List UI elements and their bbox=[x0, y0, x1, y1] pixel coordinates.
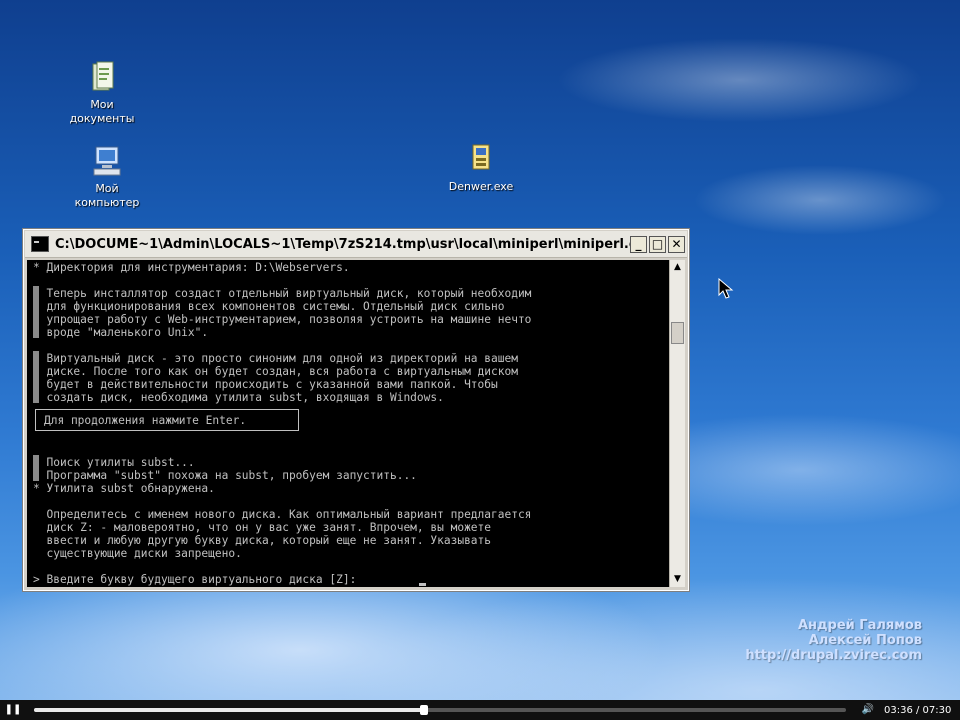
scroll-down-icon[interactable]: ▼ bbox=[670, 572, 685, 587]
maximize-button[interactable]: □ bbox=[649, 235, 666, 253]
console-line: Поиск утилиты subst... bbox=[33, 456, 195, 469]
pause-icon[interactable]: ❚❚ bbox=[4, 701, 22, 719]
console-line: диск Z: - маловероятно, что он у вас уже… bbox=[33, 521, 492, 534]
author-watermark: Андрей Галямов Алексей Попов http://drup… bbox=[745, 618, 922, 663]
desktop-icon-label: Denwer.exe bbox=[448, 180, 514, 193]
volume-icon[interactable]: 🔊 bbox=[856, 703, 880, 717]
console-line: * Директория для инструментария: D:\Webs… bbox=[33, 261, 350, 274]
scroll-up-icon[interactable]: ▲ bbox=[670, 260, 685, 275]
console-line: * Утилита subst обнаружена. bbox=[33, 482, 215, 495]
desktop-icon-label: Мои bbox=[90, 98, 114, 111]
vertical-scrollbar[interactable]: ▲ ▼ bbox=[669, 260, 685, 587]
video-player-controls: ❚❚ 🔊 03:36 / 07:30 bbox=[0, 700, 960, 720]
console-line: создать диск, необходима утилита subst, … bbox=[33, 391, 444, 404]
watermark-line: http://drupal.zvirec.com bbox=[745, 648, 922, 663]
console-line: вроде "маленького Unix". bbox=[33, 326, 209, 339]
seek-progress bbox=[34, 708, 424, 712]
window-title: C:\DOCUME~1\Admin\LOCALS~1\Temp\7zS214.t… bbox=[55, 236, 630, 252]
desktop-icon-my-computer[interactable]: Мой компьютер bbox=[62, 144, 152, 210]
console-line: Виртуальный диск - это просто синоним дл… bbox=[33, 352, 518, 365]
seek-handle[interactable] bbox=[419, 705, 428, 715]
console-input-prompt[interactable]: > Введите букву будущего виртуального ди… bbox=[33, 573, 356, 586]
window-titlebar[interactable]: C:\DOCUME~1\Admin\LOCALS~1\Temp\7zS214.t… bbox=[25, 231, 687, 258]
console-line: существующие диски запрещено. bbox=[33, 547, 242, 560]
installer-package-icon bbox=[464, 142, 498, 176]
minimize-button[interactable]: _ bbox=[630, 235, 647, 253]
console-line: Определитесь с именем нового диска. Как … bbox=[33, 508, 532, 521]
console-line: диске. После того как он будет создан, в… bbox=[33, 365, 518, 378]
mouse-pointer-icon bbox=[718, 277, 734, 300]
enter-prompt-box: Для продолжения нажмите Enter. bbox=[35, 409, 299, 431]
desktop-icon-label: документы bbox=[69, 112, 135, 125]
watermark-line: Алексей Попов bbox=[808, 633, 922, 648]
seek-bar[interactable] bbox=[34, 705, 846, 715]
desktop-icon-my-documents[interactable]: Мои документы bbox=[57, 60, 147, 126]
console-output[interactable]: * Директория для инструментария: D:\Webs… bbox=[27, 260, 669, 587]
desktop-icon-denwer[interactable]: Denwer.exe bbox=[436, 142, 526, 194]
console-line: будет в действительности происходить с у… bbox=[33, 378, 498, 391]
console-line: ввести и любую другую букву диска, котор… bbox=[33, 534, 492, 547]
scrollbar-thumb[interactable] bbox=[671, 322, 684, 344]
computer-icon bbox=[90, 144, 124, 178]
watermark-line: Андрей Галямов bbox=[797, 618, 922, 633]
console-line: Теперь инсталлятор создаст отдельный вир… bbox=[33, 287, 532, 300]
folder-documents-icon bbox=[85, 60, 119, 94]
console-window[interactable]: C:\DOCUME~1\Admin\LOCALS~1\Temp\7zS214.t… bbox=[22, 228, 690, 592]
playback-time: 03:36 / 07:30 bbox=[884, 704, 952, 716]
close-button[interactable]: ✕ bbox=[668, 235, 685, 253]
text-cursor bbox=[419, 583, 426, 586]
console-line: упрощает работу с Web-инструментарием, п… bbox=[33, 313, 532, 326]
console-app-icon bbox=[31, 236, 49, 252]
console-line: Программа "subst" похожа на subst, пробу… bbox=[33, 469, 417, 482]
console-line: для функционирования всех компонентов си… bbox=[33, 300, 505, 313]
desktop-icon-label: компьютер bbox=[74, 196, 140, 209]
console-line: Для продолжения нажмите Enter. bbox=[44, 414, 247, 427]
desktop-icon-label: Мой bbox=[95, 182, 119, 195]
